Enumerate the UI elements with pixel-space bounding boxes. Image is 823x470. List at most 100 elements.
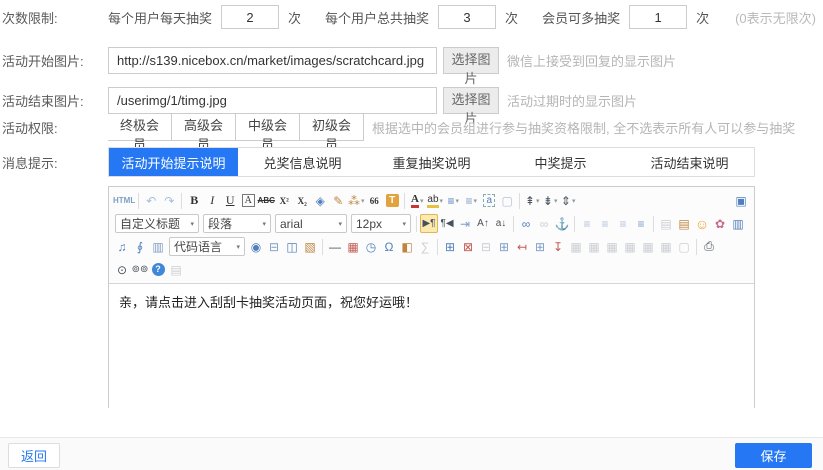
link-icon[interactable]: ∞ bbox=[517, 214, 535, 233]
special-char-icon[interactable]: Ω bbox=[380, 237, 398, 256]
font-size-select[interactable]: 12px▾ bbox=[351, 214, 411, 233]
print-icon[interactable]: ⎙ bbox=[700, 237, 718, 256]
message-tab[interactable]: 活动结束说明 bbox=[625, 148, 754, 176]
subscript-icon[interactable]: X₂ bbox=[293, 191, 311, 210]
choose-start-image-button[interactable]: 选择图片 bbox=[443, 47, 499, 74]
message-tab[interactable]: 中奖提示 bbox=[496, 148, 625, 176]
lowercase-icon[interactable]: a↓ bbox=[492, 214, 510, 233]
source-html-icon[interactable]: HTML bbox=[113, 191, 135, 210]
line-height-icon[interactable]: ⇕▾ bbox=[559, 191, 577, 210]
image-icon[interactable]: ▤ bbox=[657, 214, 675, 233]
message-tab[interactable]: 重复抽奖说明 bbox=[367, 148, 496, 176]
scrawl-icon[interactable]: ✿ bbox=[711, 214, 729, 233]
auto-typeset-icon[interactable]: ⁂▾ bbox=[347, 191, 365, 210]
format-brush-icon[interactable]: ✎ bbox=[329, 191, 347, 210]
paste-text-icon[interactable]: T bbox=[383, 191, 401, 210]
doc-icon[interactable]: ▢ bbox=[675, 237, 693, 256]
delete-col-icon[interactable]: ↧ bbox=[549, 237, 567, 256]
rtl-icon[interactable]: ¶◀ bbox=[438, 214, 456, 233]
redo-icon[interactable]: ↷ bbox=[160, 191, 178, 210]
superscript-icon[interactable]: X² bbox=[275, 191, 293, 210]
split-cell-icon[interactable]: ▦ bbox=[621, 237, 639, 256]
video-icon[interactable]: ▥ bbox=[729, 214, 747, 233]
back-button[interactable]: 返回 bbox=[8, 443, 60, 468]
delete-table-icon[interactable]: ⊠ bbox=[459, 237, 477, 256]
blank-doc-icon[interactable]: ▢ bbox=[498, 191, 516, 210]
align-center-icon[interactable]: ≡ bbox=[596, 214, 614, 233]
anchor-icon[interactable]: ⚓ bbox=[553, 214, 571, 233]
preview-icon[interactable]: ⊙ bbox=[113, 260, 131, 279]
start-image-url-input[interactable] bbox=[108, 47, 437, 74]
permission-row: 活动权限: 终极会员 高级会员 中级会员 初级会员 根据选中的会员组进行参与抽奖… bbox=[2, 113, 823, 141]
fullscreen-icon[interactable]: ▣ bbox=[732, 191, 750, 210]
blockquote-icon[interactable]: 66 bbox=[365, 191, 383, 210]
insert-col-right-icon[interactable]: ⊞ bbox=[531, 237, 549, 256]
split-col-icon[interactable]: ▦ bbox=[657, 237, 675, 256]
limits-label: 次数限制: bbox=[2, 8, 108, 27]
formula-icon[interactable]: ∑ bbox=[416, 237, 434, 256]
ltr-icon[interactable]: ▶¶ bbox=[420, 214, 438, 233]
italic-icon[interactable]: I bbox=[203, 191, 221, 210]
member-level-button[interactable]: 初级会员 bbox=[300, 113, 364, 141]
highlight-color-icon[interactable]: ab▾ bbox=[426, 191, 444, 210]
para-space-bottom-icon[interactable]: ⇟▾ bbox=[541, 191, 559, 210]
bold-icon[interactable]: B bbox=[185, 191, 203, 210]
split-row-icon[interactable]: ▦ bbox=[639, 237, 657, 256]
merge-right-icon[interactable]: ▦ bbox=[585, 237, 603, 256]
music-icon[interactable]: ♫ bbox=[113, 237, 131, 256]
date-icon[interactable]: ▦ bbox=[344, 237, 362, 256]
choose-end-image-button[interactable]: 选择图片 bbox=[443, 87, 499, 114]
member-level-button[interactable]: 中级会员 bbox=[236, 113, 300, 141]
align-left-icon[interactable]: ≡ bbox=[578, 214, 596, 233]
format-eraser-icon[interactable]: ◈ bbox=[311, 191, 329, 210]
limit-count-input[interactable] bbox=[438, 5, 496, 29]
chart-icon[interactable]: ◧ bbox=[398, 237, 416, 256]
anchor-a-icon[interactable]: a bbox=[480, 191, 498, 210]
emoji-icon[interactable]: ☺ bbox=[693, 214, 711, 233]
insert-page-icon[interactable]: ▥ bbox=[149, 237, 167, 256]
align-right-icon[interactable]: ≡ bbox=[614, 214, 632, 233]
delete-row-icon[interactable]: ⊟ bbox=[477, 237, 495, 256]
snapscreen-icon[interactable]: ▧ bbox=[301, 237, 319, 256]
align-justify-icon[interactable]: ≡ bbox=[632, 214, 650, 233]
insert-col-left-icon[interactable]: ↤ bbox=[513, 237, 531, 256]
unlink-icon[interactable]: ∞ bbox=[535, 214, 553, 233]
merge-down-icon[interactable]: ▦ bbox=[603, 237, 621, 256]
member-level-button[interactable]: 高级会员 bbox=[172, 113, 236, 141]
image-upload-icon[interactable]: ▤ bbox=[675, 214, 693, 233]
insert-code-icon[interactable]: ◉ bbox=[247, 237, 265, 256]
insert-row-icon[interactable]: ⊞ bbox=[495, 237, 513, 256]
horizontal-rule-icon[interactable]: — bbox=[326, 237, 344, 256]
underline-icon[interactable]: U bbox=[221, 191, 239, 210]
limit-count-input[interactable] bbox=[221, 5, 279, 29]
page-break-icon[interactable]: ⊟ bbox=[265, 237, 283, 256]
ordered-list-icon[interactable]: ≡▾ bbox=[444, 191, 462, 210]
code-language-select[interactable]: 代码语言▾ bbox=[169, 237, 245, 256]
custom-title-select[interactable]: 自定义标题▾ bbox=[115, 214, 199, 233]
font-color-icon[interactable]: A▾ bbox=[408, 191, 426, 210]
help-icon[interactable]: ? bbox=[149, 260, 167, 279]
indent-icon[interactable]: ⇥ bbox=[456, 214, 474, 233]
char-border-icon[interactable]: A bbox=[239, 191, 257, 210]
message-tab[interactable]: 活动开始提示说明 bbox=[109, 148, 238, 176]
columns-icon[interactable]: ◫ bbox=[283, 237, 301, 256]
insert-table-icon[interactable]: ⊞ bbox=[441, 237, 459, 256]
message-tab[interactable]: 兑奖信息说明 bbox=[238, 148, 367, 176]
undo-icon[interactable]: ↶ bbox=[142, 191, 160, 210]
paste-icon[interactable]: ▤ bbox=[167, 260, 185, 279]
member-level-button[interactable]: 终极会员 bbox=[108, 113, 172, 141]
save-button[interactable]: 保存 bbox=[735, 443, 812, 468]
limit-count-input[interactable] bbox=[629, 5, 687, 29]
strikethrough-icon[interactable]: ABC bbox=[257, 191, 275, 210]
merge-cells-icon[interactable]: ▦ bbox=[567, 237, 585, 256]
bullet-list-icon[interactable]: ≡▾ bbox=[462, 191, 480, 210]
attachment-icon[interactable]: ∮ bbox=[131, 237, 149, 256]
uppercase-icon[interactable]: A↑ bbox=[474, 214, 492, 233]
para-space-top-icon[interactable]: ⇞▾ bbox=[523, 191, 541, 210]
font-family-select[interactable]: arial▾ bbox=[275, 214, 347, 233]
time-icon[interactable]: ◷ bbox=[362, 237, 380, 256]
editor-content[interactable]: 亲，请点击进入刮刮卡抽奖活动页面，祝您好运哦！ bbox=[109, 284, 754, 425]
end-image-url-input[interactable] bbox=[108, 87, 437, 114]
find-replace-icon[interactable]: ⊚⊚ bbox=[131, 260, 149, 279]
paragraph-select[interactable]: 段落▾ bbox=[203, 214, 271, 233]
